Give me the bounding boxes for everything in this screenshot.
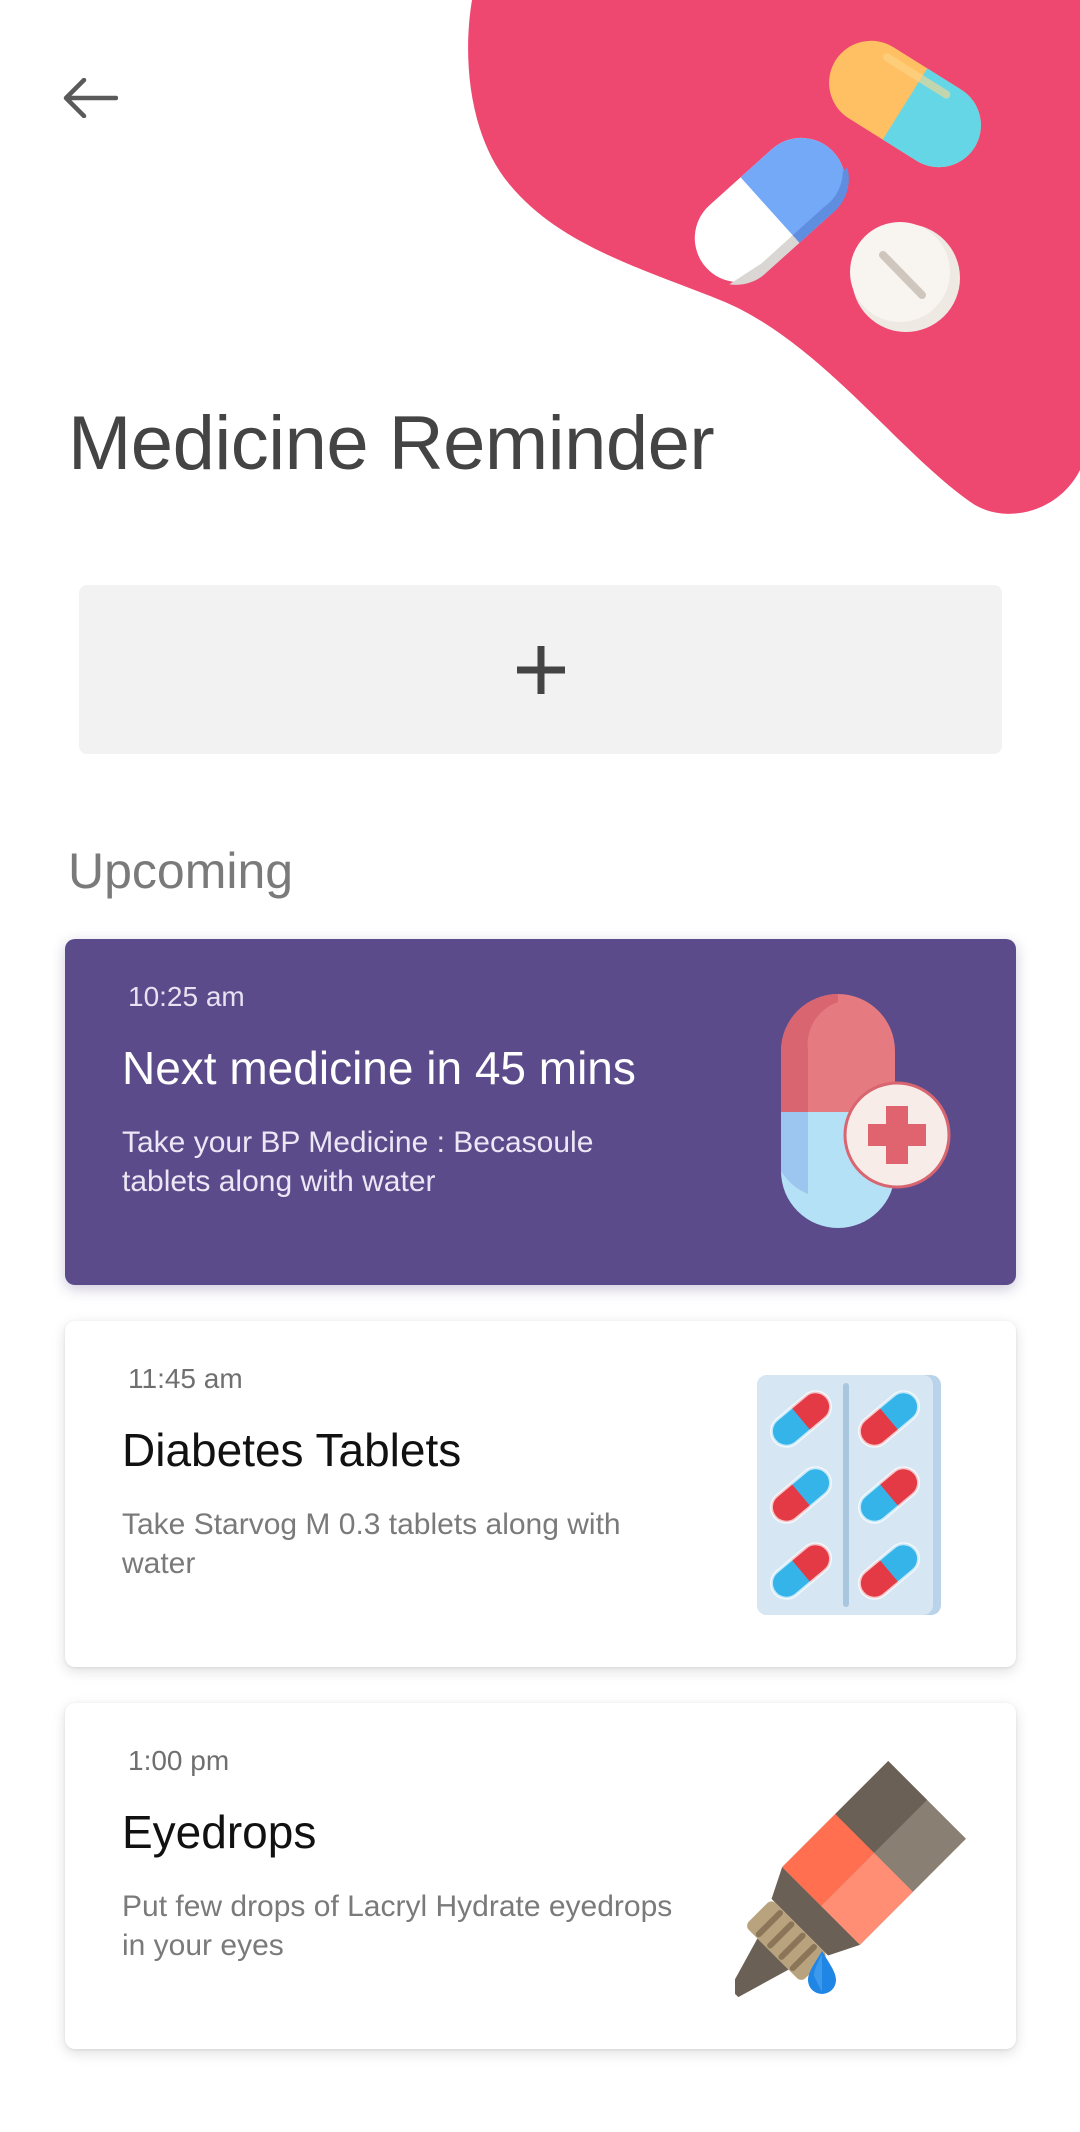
reminder-heading: Eyedrops: [122, 1806, 317, 1858]
plus-icon: [516, 645, 565, 694]
capsule-plus-icon: [781, 994, 951, 1228]
section-title-upcoming: Upcoming: [68, 843, 294, 899]
add-reminder-button[interactable]: [79, 585, 1002, 754]
reminder-time: 1:00 pm: [128, 1745, 230, 1776]
reminder-time: 11:45 am: [128, 1363, 243, 1394]
reminder-description: Put few drops of Lacryl Hydrate eyedrops…: [122, 1890, 673, 1962]
back-button[interactable]: [62, 72, 130, 124]
pill-blister-icon: [757, 1375, 941, 1615]
reminder-heading: Diabetes Tablets: [122, 1424, 462, 1476]
eyedrop-bottle-icon: [735, 1761, 966, 1998]
reminder-card-eyedrops[interactable]: 1:00 pm Eyedrops Put few drops of Lacryl…: [65, 1703, 1016, 2049]
reminder-card-next[interactable]: 10:25 am Next medicine in 45 mins Take y…: [65, 939, 1016, 1285]
reminder-description: Take Starvog M 0.3 tablets along with wa…: [122, 1508, 621, 1580]
reminder-heading: Next medicine in 45 mins: [122, 1042, 636, 1094]
reminder-description: Take your BP Medicine : Becasoule tablet…: [122, 1126, 594, 1198]
reminder-time: 10:25 am: [128, 981, 245, 1012]
arrow-left-icon: [63, 78, 118, 118]
reminder-card-diabetes[interactable]: 11:45 am Diabetes Tablets Take Starvog M…: [65, 1321, 1016, 1667]
page-title: Medicine Reminder: [68, 401, 715, 486]
